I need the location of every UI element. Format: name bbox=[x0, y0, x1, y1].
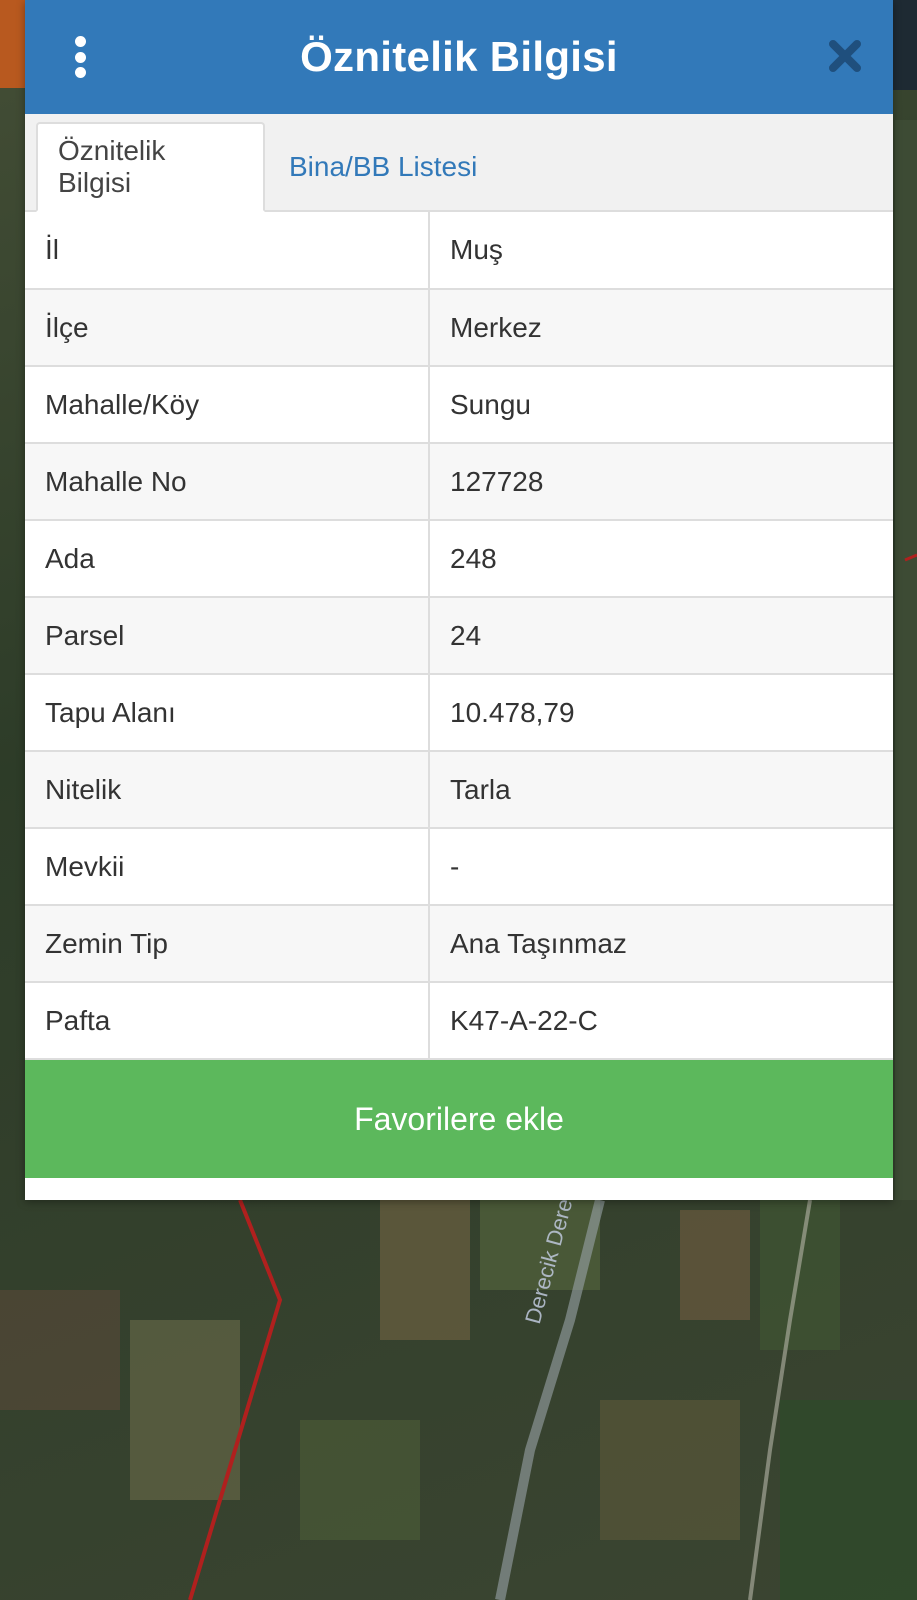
attribute-key: Zemin Tip bbox=[25, 905, 430, 983]
attribute-value: Merkez bbox=[429, 289, 893, 367]
attribute-value: 10.478,79 bbox=[429, 674, 893, 752]
tab-bar: Öznitelik Bilgisi Bina/BB Listesi bbox=[25, 114, 893, 212]
attribute-value: Sungu bbox=[429, 366, 893, 444]
attribute-value: - bbox=[429, 828, 893, 906]
table-row: Nitelik Tarla bbox=[25, 751, 893, 829]
menu-button[interactable] bbox=[65, 36, 95, 78]
attribute-dialog: Öznitelik Bilgisi Öznitelik Bilgisi Bina… bbox=[25, 0, 893, 1200]
table-row: İlçe Merkez bbox=[25, 289, 893, 367]
map-overlay-strip-right bbox=[892, 0, 917, 90]
vertical-dots-icon bbox=[74, 51, 86, 63]
table-row: Ada 248 bbox=[25, 520, 893, 598]
attribute-key: Tapu Alanı bbox=[25, 674, 430, 752]
table-row: İl Muş bbox=[25, 212, 893, 290]
tab-building-list[interactable]: Bina/BB Listesi bbox=[269, 122, 497, 212]
attribute-key: Nitelik bbox=[25, 751, 430, 829]
table-row: Parsel 24 bbox=[25, 597, 893, 675]
attribute-value: Muş bbox=[429, 212, 893, 290]
attribute-key: Parsel bbox=[25, 597, 430, 675]
attribute-value: 24 bbox=[429, 597, 893, 675]
attribute-table: İl Muş İlçe Merkez Mahalle/Köy Sungu Mah… bbox=[25, 212, 893, 1060]
attribute-key: Ada bbox=[25, 520, 430, 598]
attribute-value: 127728 bbox=[429, 443, 893, 521]
dialog-header: Öznitelik Bilgisi bbox=[25, 0, 893, 114]
close-button[interactable] bbox=[827, 38, 863, 74]
attribute-key: Mahalle No bbox=[25, 443, 430, 521]
attribute-key: İl bbox=[25, 212, 430, 290]
attribute-key: Mahalle/Köy bbox=[25, 366, 430, 444]
dialog-title: Öznitelik Bilgisi bbox=[300, 33, 618, 80]
table-row: Tapu Alanı 10.478,79 bbox=[25, 674, 893, 752]
attribute-value: K47-A-22-C bbox=[429, 982, 893, 1060]
vertical-dots-icon bbox=[74, 67, 86, 78]
vertical-dots-icon bbox=[74, 36, 86, 47]
attribute-key: Pafta bbox=[25, 982, 430, 1060]
close-x-icon bbox=[829, 40, 861, 72]
table-row: Zemin Tip Ana Taşınmaz bbox=[25, 905, 893, 983]
attribute-value: Ana Taşınmaz bbox=[429, 905, 893, 983]
add-to-favorites-button[interactable]: Favorilere ekle bbox=[25, 1060, 893, 1178]
table-row: Mahalle No 127728 bbox=[25, 443, 893, 521]
attribute-key: Mevkii bbox=[25, 828, 430, 906]
tab-attribute-info[interactable]: Öznitelik Bilgisi bbox=[36, 122, 265, 212]
attribute-value: Tarla bbox=[429, 751, 893, 829]
attribute-key: İlçe bbox=[25, 289, 430, 367]
table-row: Mevkii - bbox=[25, 828, 893, 906]
table-row: Pafta K47-A-22-C bbox=[25, 982, 893, 1060]
table-row: Mahalle/Köy Sungu bbox=[25, 366, 893, 444]
attribute-value: 248 bbox=[429, 520, 893, 598]
map-overlay-strip bbox=[0, 0, 26, 88]
